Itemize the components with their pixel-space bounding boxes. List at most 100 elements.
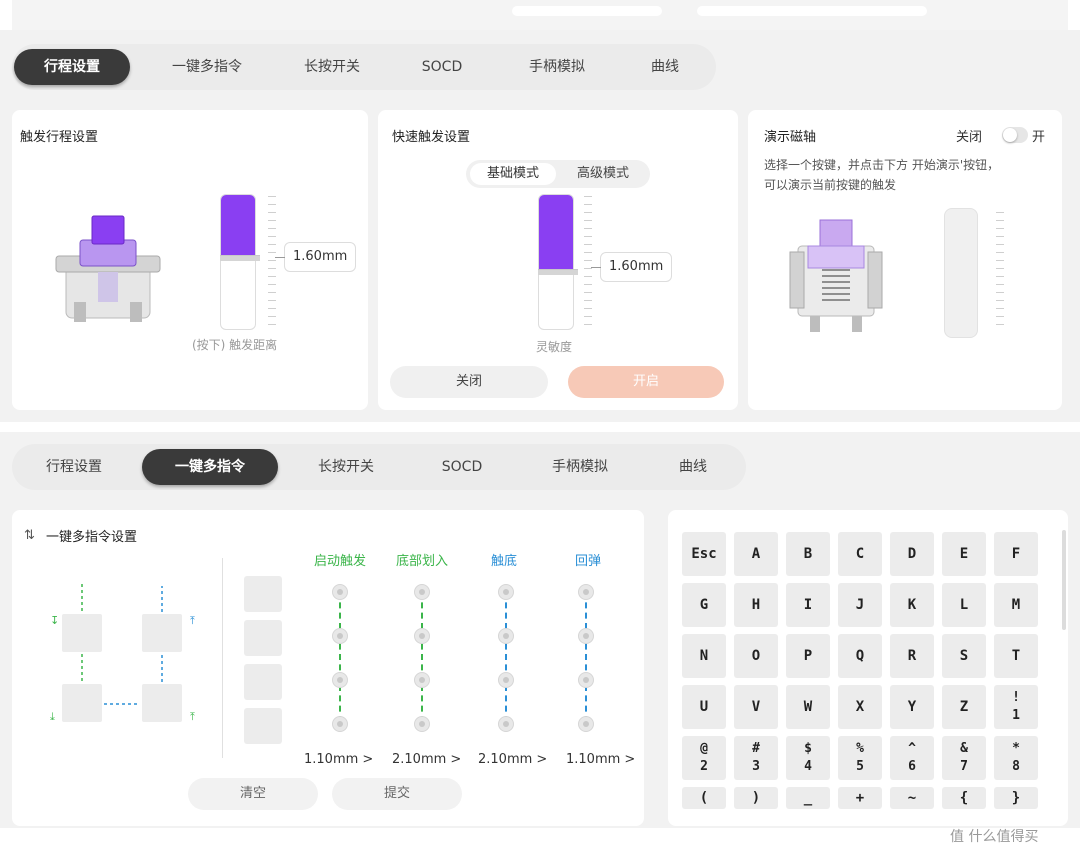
- key[interactable]: * 8: [994, 736, 1038, 780]
- column-node[interactable]: [498, 716, 514, 732]
- demo-toggle[interactable]: [1002, 127, 1028, 143]
- top-strip: [12, 0, 1068, 30]
- key[interactable]: M: [994, 583, 1038, 627]
- key[interactable]: K: [890, 583, 934, 627]
- key[interactable]: F: [994, 532, 1038, 576]
- key[interactable]: ~: [890, 787, 934, 809]
- column-node[interactable]: [332, 628, 348, 644]
- key[interactable]: B: [786, 532, 830, 576]
- key[interactable]: +: [838, 787, 882, 809]
- key[interactable]: _: [786, 787, 830, 809]
- column-node[interactable]: [332, 716, 348, 732]
- key[interactable]: A: [734, 532, 778, 576]
- tab-gamepad[interactable]: 手柄模拟: [532, 449, 628, 485]
- column-node[interactable]: [332, 584, 348, 600]
- multi-command-title: 一键多指令设置: [46, 530, 138, 545]
- demo-toggle-knob: [1003, 128, 1017, 142]
- tab-travel-settings[interactable]: 行程设置: [14, 49, 130, 85]
- key[interactable]: L: [942, 583, 986, 627]
- sensitivity-slider-handle[interactable]: [538, 269, 578, 275]
- trigger-slider-handle[interactable]: [220, 255, 260, 261]
- column-node[interactable]: [414, 628, 430, 644]
- key[interactable]: X: [838, 685, 882, 729]
- key-label: P: [803, 648, 813, 664]
- key[interactable]: $4: [786, 736, 830, 780]
- column-node[interactable]: [332, 672, 348, 688]
- trigger-slider[interactable]: [220, 194, 256, 330]
- tab-socd[interactable]: SOCD: [422, 449, 502, 485]
- clear-button[interactable]: 清空: [188, 778, 318, 810]
- mode-advanced-button[interactable]: 高级模式: [560, 163, 646, 185]
- tab-curve[interactable]: 曲线: [630, 49, 700, 85]
- key[interactable]: J: [838, 583, 882, 627]
- column-node[interactable]: [578, 584, 594, 600]
- rapid-off-button[interactable]: 关闭: [390, 366, 548, 398]
- keyboard-scrollbar[interactable]: [1062, 530, 1066, 630]
- tab-gamepad[interactable]: 手柄模拟: [512, 49, 602, 85]
- key[interactable]: O: [734, 634, 778, 678]
- key[interactable]: ): [734, 787, 778, 809]
- column-node[interactable]: [414, 584, 430, 600]
- slot-square[interactable]: [244, 576, 282, 612]
- column-node[interactable]: [578, 716, 594, 732]
- key[interactable]: G: [682, 583, 726, 627]
- key[interactable]: S: [942, 634, 986, 678]
- tab-curve[interactable]: 曲线: [658, 449, 728, 485]
- column-value-rebound[interactable]: 1.10mm >: [566, 752, 635, 767]
- mode-basic-button[interactable]: 基础模式: [470, 163, 556, 185]
- tab-socd[interactable]: SOCD: [402, 49, 482, 85]
- sensitivity-slider[interactable]: [538, 194, 574, 330]
- key[interactable]: I: [786, 583, 830, 627]
- key[interactable]: {: [942, 787, 986, 809]
- key[interactable]: N: [682, 634, 726, 678]
- tab-long-press[interactable]: 长按开关: [298, 449, 394, 485]
- key[interactable]: Q: [838, 634, 882, 678]
- key[interactable]: #3: [734, 736, 778, 780]
- key[interactable]: V: [734, 685, 778, 729]
- key-label: K: [907, 597, 917, 613]
- column-value-start[interactable]: 1.10mm >: [304, 752, 373, 767]
- tab-long-press[interactable]: 长按开关: [282, 49, 382, 85]
- column-value-bottom-slide[interactable]: 2.10mm >: [392, 752, 461, 767]
- column-node[interactable]: [498, 672, 514, 688]
- key[interactable]: W: [786, 685, 830, 729]
- column-node[interactable]: [498, 584, 514, 600]
- key[interactable]: C: [838, 532, 882, 576]
- key[interactable]: ! 1: [994, 685, 1038, 729]
- key[interactable]: H: [734, 583, 778, 627]
- submit-button[interactable]: 提交: [332, 778, 462, 810]
- key[interactable]: % 5: [838, 736, 882, 780]
- key[interactable]: ^ 6: [890, 736, 934, 780]
- key[interactable]: E: [942, 532, 986, 576]
- column-value-bottom-out[interactable]: 2.10mm >: [478, 752, 547, 767]
- key-label: 2: [700, 759, 708, 774]
- key-label: *: [1012, 741, 1020, 756]
- key[interactable]: Y: [890, 685, 934, 729]
- tab-multi-command[interactable]: 一键多指令: [142, 449, 278, 485]
- column-node[interactable]: [414, 672, 430, 688]
- key[interactable]: Esc: [682, 532, 726, 576]
- column-node[interactable]: [578, 628, 594, 644]
- tab-multi-command[interactable]: 一键多指令: [152, 49, 262, 85]
- rapid-on-button[interactable]: 开启: [568, 366, 724, 398]
- key[interactable]: D: [890, 532, 934, 576]
- key[interactable]: Z: [942, 685, 986, 729]
- slot-square[interactable]: [244, 708, 282, 744]
- mode-switch: 基础模式 高级模式: [466, 160, 650, 188]
- column-node[interactable]: [498, 628, 514, 644]
- sensitivity-value-box[interactable]: 1.60mm: [590, 252, 673, 282]
- key[interactable]: P: [786, 634, 830, 678]
- column-node[interactable]: [578, 672, 594, 688]
- column-node[interactable]: [414, 716, 430, 732]
- key[interactable]: T: [994, 634, 1038, 678]
- trigger-value-box[interactable]: 1.60mm: [274, 242, 357, 272]
- key[interactable]: R: [890, 634, 934, 678]
- slot-square[interactable]: [244, 664, 282, 700]
- key[interactable]: }: [994, 787, 1038, 809]
- slot-square[interactable]: [244, 620, 282, 656]
- key[interactable]: (: [682, 787, 726, 809]
- key[interactable]: & 7: [942, 736, 986, 780]
- key[interactable]: U: [682, 685, 726, 729]
- tab-travel-settings[interactable]: 行程设置: [26, 449, 122, 485]
- key[interactable]: @2: [682, 736, 726, 780]
